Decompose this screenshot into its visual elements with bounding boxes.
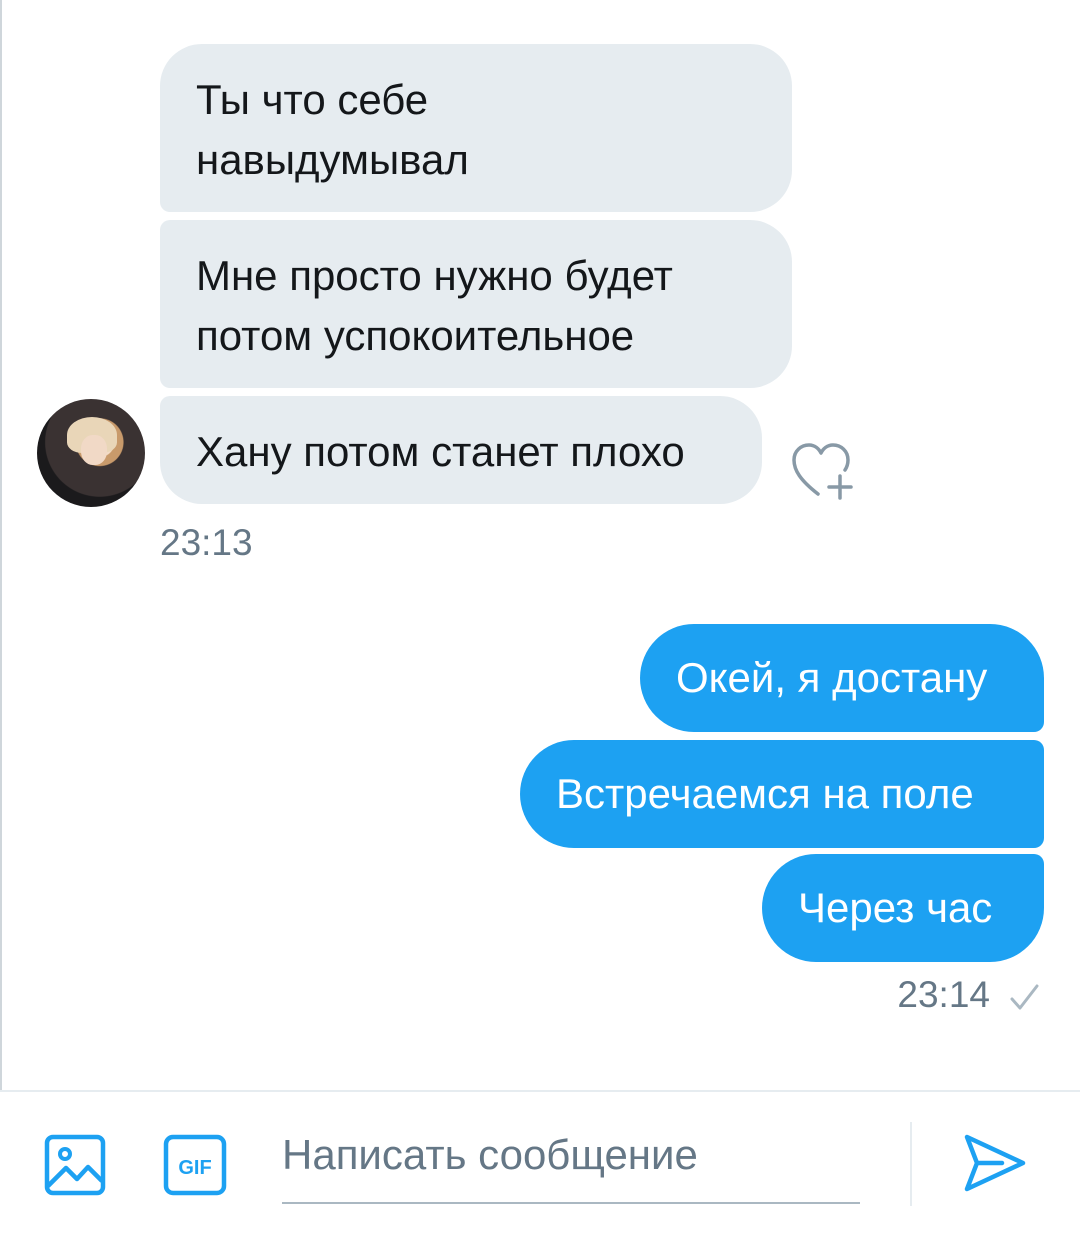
checkmark-icon: [1010, 984, 1039, 1010]
avatar-face-shape: [81, 435, 107, 465]
gif-icon: GIF: [163, 1134, 227, 1196]
received-message-bubble[interactable]: Мне просто нужно будет потом успокоитель…: [160, 220, 792, 388]
message-text: Окей, я достану: [676, 654, 988, 701]
left-edge-divider: [0, 0, 2, 1090]
received-message-bubble[interactable]: Хану потом станет плохо: [160, 396, 762, 504]
sent-message-bubble[interactable]: Встречаемся на поле: [520, 740, 1044, 848]
message-text: Мне просто нужно будет потом успокоитель…: [196, 252, 673, 359]
message-text: Встречаемся на поле: [556, 770, 974, 817]
message-text: Хану потом станет плохо: [196, 428, 685, 475]
compose-divider: [910, 1122, 912, 1206]
compose-bar: GIF Написать сообщение: [0, 1090, 1080, 1234]
gif-button[interactable]: GIF: [163, 1134, 227, 1196]
image-icon[interactable]: [44, 1134, 106, 1196]
sent-message-bubble[interactable]: Через час: [762, 854, 1044, 962]
send-icon[interactable]: [962, 1132, 1028, 1194]
sender-avatar[interactable]: [37, 399, 145, 507]
heart-plus-icon[interactable]: [790, 440, 862, 504]
message-text: Через час: [798, 884, 993, 931]
sent-message-bubble[interactable]: Окей, я достану: [640, 624, 1044, 732]
message-text: Ты что себе навыдумывал: [196, 76, 469, 183]
message-input[interactable]: Написать сообщение: [282, 1122, 860, 1204]
received-message-bubble[interactable]: Ты что себе навыдумывал: [160, 44, 792, 212]
dm-conversation-screen: Ты что себе навыдумывал Мне просто нужно…: [0, 0, 1080, 1234]
sent-timestamp: 23:14: [897, 974, 990, 1015]
received-timestamp: 23:13: [160, 522, 253, 563]
gif-label: GIF: [178, 1157, 211, 1179]
message-input-placeholder: Написать сообщение: [282, 1131, 698, 1178]
